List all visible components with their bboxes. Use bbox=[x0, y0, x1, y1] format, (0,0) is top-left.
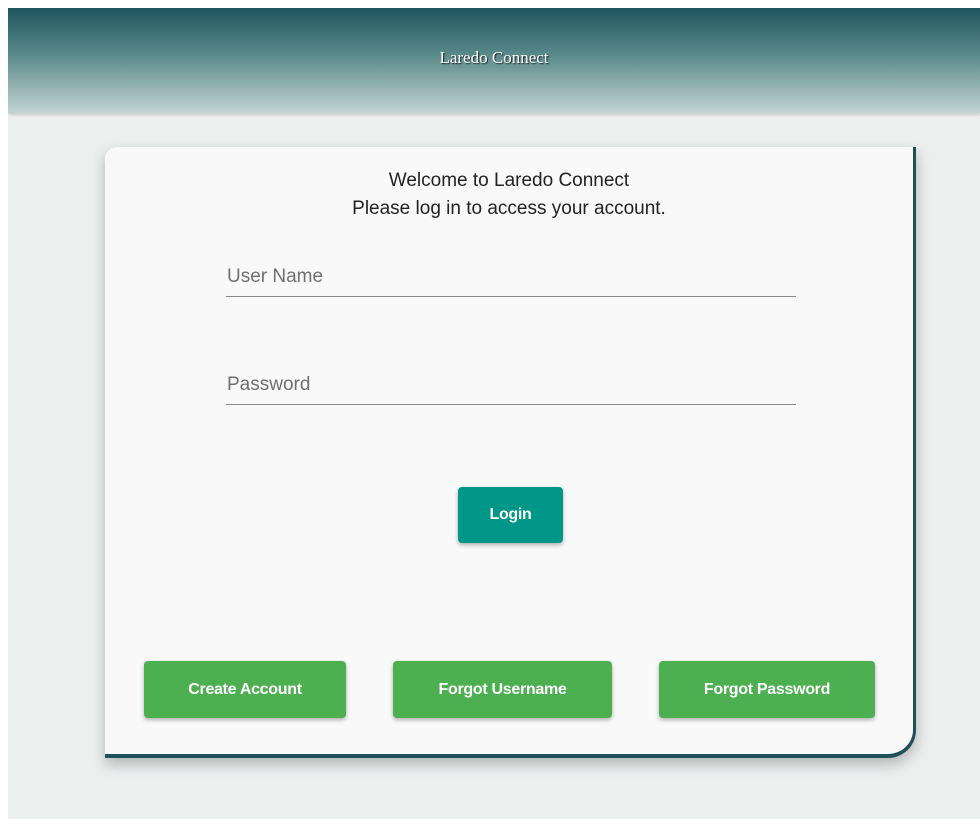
page-background: Laredo Connect Welcome to Laredo Connect… bbox=[8, 8, 980, 819]
welcome-message: Welcome to Laredo Connect Please log in … bbox=[105, 167, 913, 223]
login-card: Welcome to Laredo Connect Please log in … bbox=[105, 147, 916, 758]
forgot-username-button[interactable]: Forgot Username bbox=[393, 661, 612, 718]
password-input[interactable] bbox=[226, 366, 796, 404]
create-account-button[interactable]: Create Account bbox=[144, 661, 346, 718]
welcome-heading: Welcome to Laredo Connect bbox=[388, 170, 630, 191]
username-field-wrapper bbox=[226, 258, 796, 297]
login-button[interactable]: Login bbox=[458, 487, 563, 543]
header-bar: Laredo Connect bbox=[8, 8, 980, 113]
password-field-wrapper bbox=[226, 366, 796, 405]
welcome-instructions: Please log in to access your account. bbox=[352, 198, 666, 219]
forgot-password-button[interactable]: Forgot Password bbox=[659, 661, 875, 718]
app-title: Laredo Connect bbox=[439, 48, 549, 67]
username-input[interactable] bbox=[226, 258, 796, 296]
